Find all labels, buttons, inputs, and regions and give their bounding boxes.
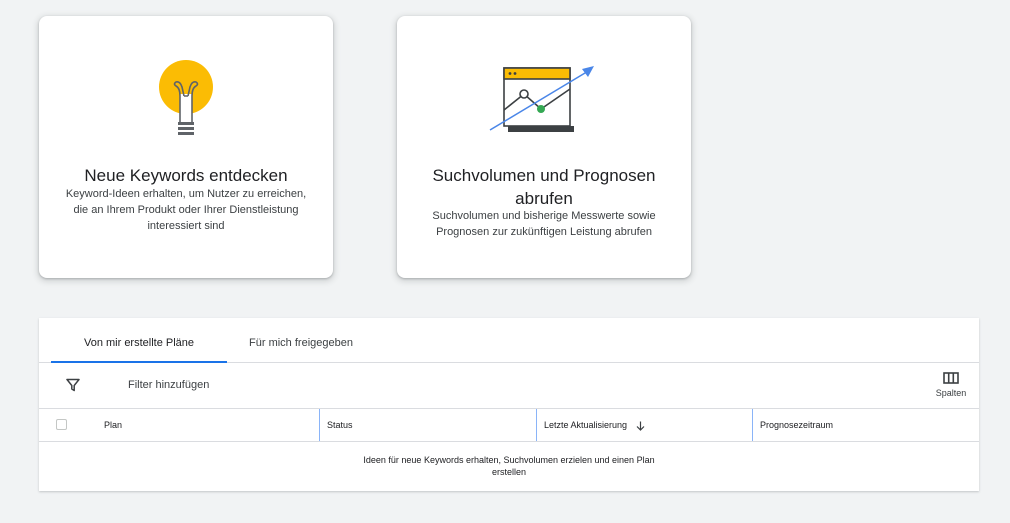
columns-label: Spalten bbox=[935, 388, 967, 398]
filter-icon[interactable] bbox=[66, 378, 80, 392]
card-description: Keyword-Ideen erhalten, um Nutzer zu err… bbox=[65, 188, 307, 232]
column-header-last-updated-label: Letzte Aktualisierung bbox=[544, 420, 628, 430]
filter-bar: Filter hinzufügen Spalten bbox=[39, 363, 979, 409]
tab-shared-with-me[interactable]: Für mich freigegeben bbox=[227, 318, 375, 362]
columns-button[interactable]: Spalten bbox=[931, 372, 971, 398]
column-header-forecast-period: Prognosezeitraum bbox=[752, 409, 970, 441]
select-all-checkbox[interactable] bbox=[56, 419, 67, 430]
search-volume-forecasts-card[interactable]: Suchvolumen und Prognosen abrufen Suchvo… bbox=[397, 16, 691, 278]
plans-panel: Von mir erstellte Pläne Für mich freigeg… bbox=[39, 318, 979, 491]
columns-icon bbox=[943, 372, 959, 384]
card-description: Suchvolumen und bisherige Messwerte sowi… bbox=[432, 210, 656, 238]
tab-my-plans[interactable]: Von mir erstellte Pläne bbox=[51, 318, 227, 363]
add-filter-button[interactable]: Filter hinzufügen bbox=[128, 379, 209, 391]
empty-state-message: Ideen für neue Keywords erhalten, Suchvo… bbox=[363, 455, 655, 477]
trend-chart-icon bbox=[489, 66, 594, 132]
column-header-plan: Plan bbox=[104, 420, 123, 430]
plans-tabs: Von mir erstellte Pläne Für mich freigeg… bbox=[39, 318, 979, 363]
card-title: Suchvolumen und Prognosen abrufen bbox=[432, 166, 656, 208]
table-header: Plan Status Letzte Aktualisierung Progno… bbox=[39, 409, 979, 442]
discover-keywords-card[interactable]: Neue Keywords entdecken Keyword-Ideen er… bbox=[39, 16, 333, 278]
lightbulb-icon bbox=[159, 60, 213, 135]
sort-descending-icon bbox=[636, 421, 645, 431]
card-title: Neue Keywords entdecken bbox=[84, 166, 288, 185]
empty-state: Ideen für neue Keywords erhalten, Suchvo… bbox=[39, 454, 979, 478]
column-header-status: Status bbox=[319, 409, 535, 441]
column-header-last-updated[interactable]: Letzte Aktualisierung bbox=[536, 409, 750, 441]
